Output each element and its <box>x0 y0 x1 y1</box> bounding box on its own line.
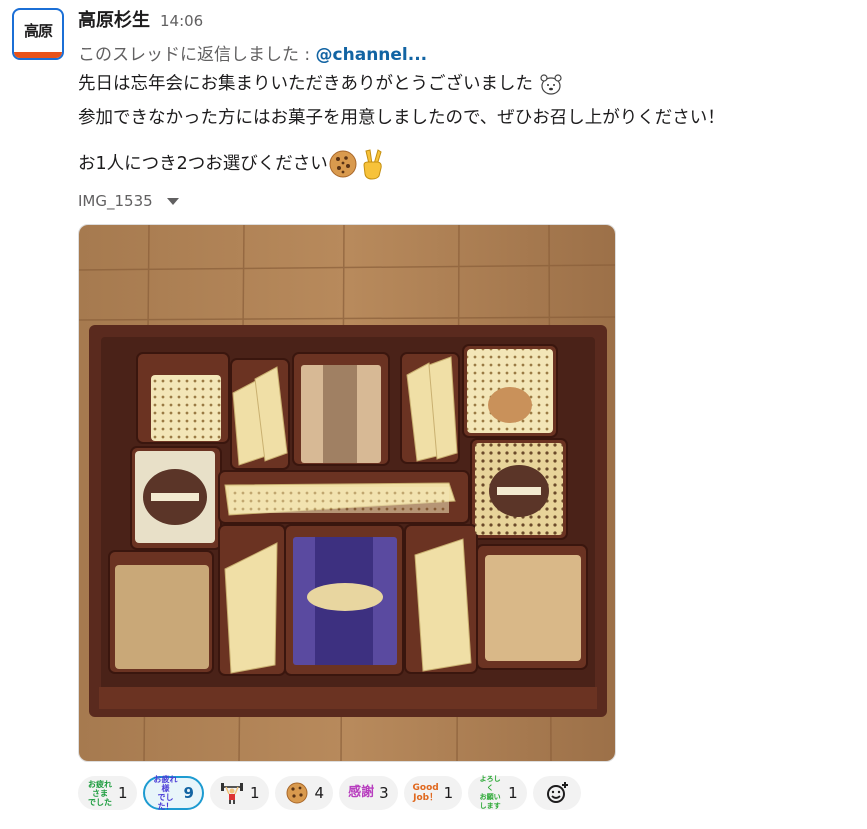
message-line-2: 参加できなかった方にはお菓子を用意しましたので、ぜひお召し上がりください！ <box>78 108 725 128</box>
message-header: 高原杉生 14:06 <box>78 6 203 32</box>
cookie-emoji-icon <box>329 150 357 178</box>
message-text-1: 先日は忘年会にお集まりいただきありがとうございました <box>78 74 533 94</box>
thread-reply-notice: このスレッドに返信しました : @channel... <box>78 40 427 65</box>
avatar[interactable]: 高原 <box>12 8 64 60</box>
otsukaresama-emoji-icon: お疲れさま でした <box>88 779 112 807</box>
reaction-good-job[interactable]: Good Job！ 1 <box>403 776 463 810</box>
reaction-count: 1 <box>118 784 128 802</box>
avatar-text: 高原 <box>23 22 53 40</box>
bear-emoji-icon <box>539 74 562 95</box>
attached-photo[interactable] <box>78 224 616 762</box>
reaction-count: 4 <box>314 784 325 802</box>
file-name-toggle[interactable]: IMG_1535 <box>78 192 179 210</box>
reaction-cookie[interactable]: 4 <box>274 776 334 810</box>
reaction-otsukaresama-deshita[interactable]: お疲れ様 でした！ 9 <box>142 775 204 811</box>
reaction-count: 1 <box>443 784 454 802</box>
avatar-accent-bar <box>14 52 62 58</box>
caret-down-icon <box>166 197 179 205</box>
victory-hand-emoji-icon <box>363 149 382 180</box>
cookie-box-photo <box>79 225 615 761</box>
thread-reply-prefix: このスレッドに返信しました : <box>78 45 316 65</box>
reaction-count: 1 <box>249 784 260 802</box>
channel-mention-link[interactable]: @channel... <box>316 45 428 65</box>
reactions-bar: お疲れさま でした 1 お疲れ様 でした！ 9 1 4 感謝 3 Good Jo… <box>78 775 581 811</box>
reaction-weightlifter[interactable]: 1 <box>209 776 269 810</box>
reaction-kansha[interactable]: 感謝 3 <box>339 776 398 810</box>
timestamp[interactable]: 14:06 <box>160 12 203 30</box>
file-name: IMG_1535 <box>78 192 153 210</box>
reaction-otsukaresama[interactable]: お疲れさま でした 1 <box>78 776 137 810</box>
reaction-count: 1 <box>508 784 518 802</box>
message-line-1: 先日は忘年会にお集まりいただきありがとうございました <box>78 70 563 95</box>
add-emoji-icon <box>546 782 568 803</box>
message: 高原 高原杉生 14:06 このスレッドに返信しました : @channel..… <box>0 0 867 829</box>
weightlifter-emoji-icon <box>220 783 243 804</box>
message-text-3: お1人につき2つお選びください <box>78 154 328 174</box>
sender-name[interactable]: 高原杉生 <box>78 6 150 32</box>
yoroshiku-emoji-icon: よろしく お願いします <box>479 775 501 810</box>
good-job-emoji-icon: Good Job！ <box>412 783 439 803</box>
otsukaresama-deshita-emoji-icon: お疲れ様 でした！ <box>153 775 178 811</box>
reaction-yoroshiku[interactable]: よろしく お願いします 1 <box>468 775 527 810</box>
add-reaction-button[interactable] <box>532 776 581 810</box>
cookie-emoji-icon <box>286 782 308 804</box>
reaction-count: 9 <box>183 784 194 802</box>
reaction-count: 3 <box>379 784 389 802</box>
message-line-3: お1人につき2つお選びください <box>78 148 386 180</box>
kansha-emoji-icon: 感謝 <box>348 785 375 800</box>
